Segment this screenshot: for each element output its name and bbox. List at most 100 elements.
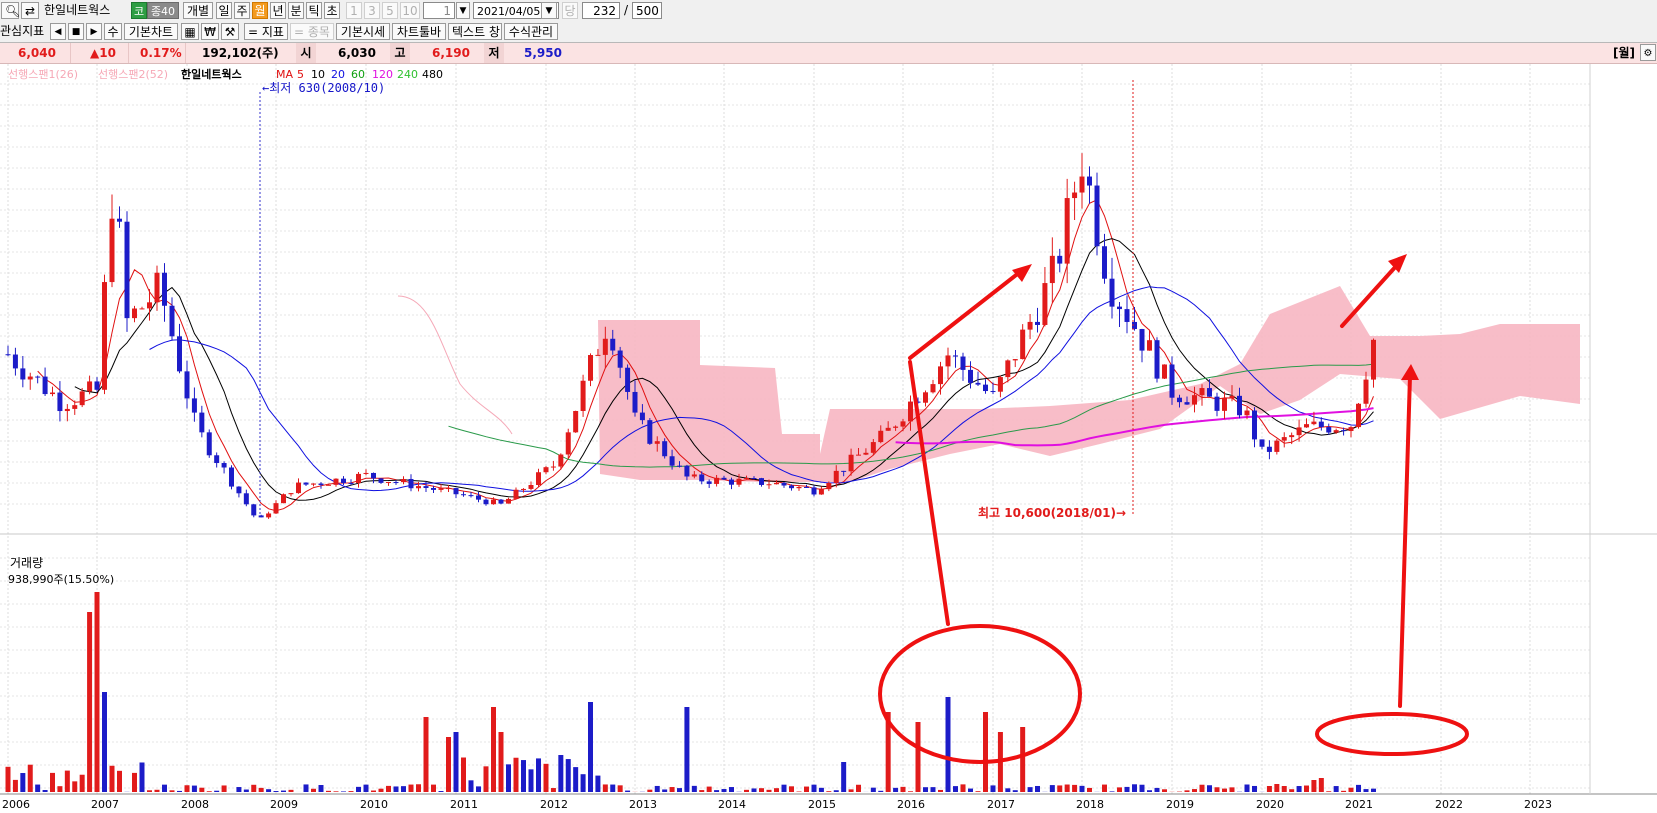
refresh-icon[interactable]: ⇄: [21, 2, 39, 19]
volume-bar: [154, 789, 160, 792]
date-dropdown-icon[interactable]: ▼: [541, 2, 557, 19]
tool-icon[interactable]: ⚒: [221, 23, 239, 40]
volume-bar: [42, 790, 48, 792]
volume-bar: [476, 786, 481, 792]
quote-divider: [128, 43, 129, 63]
interval-1-button[interactable]: 1: [346, 2, 362, 19]
volume-bar: [543, 763, 549, 792]
volume-bar: [221, 785, 227, 792]
indicator-button[interactable]: = 지표: [244, 23, 288, 40]
candle-body: [841, 470, 847, 472]
grid-icon[interactable]: ▦: [181, 23, 199, 40]
volume-bar: [326, 790, 331, 792]
interval-input[interactable]: 1: [423, 2, 455, 19]
volume-bar: [1154, 787, 1160, 792]
candle-body: [341, 478, 346, 483]
formula-manager-button[interactable]: 수식관리: [504, 23, 558, 40]
stop-icon[interactable]: ■: [68, 23, 84, 40]
interval-10-button[interactable]: 10: [400, 2, 420, 19]
individual-button[interactable]: 개별: [183, 2, 213, 19]
total-input[interactable]: 500: [632, 2, 662, 19]
candle-body: [408, 478, 414, 489]
volume-bar: [147, 790, 152, 792]
candle-body: [184, 371, 190, 399]
candle-body: [243, 493, 249, 505]
candle-body: [303, 482, 309, 485]
chevron-down-icon[interactable]: ▼: [456, 2, 470, 19]
candle-body: [1020, 329, 1026, 360]
candle-body: [27, 376, 33, 380]
volume-bar: [1304, 785, 1309, 792]
won-button[interactable]: ₩: [201, 23, 219, 40]
stock-button[interactable]: = 종목: [290, 23, 334, 40]
candle-body: [1371, 339, 1376, 380]
period-tab-week[interactable]: 주: [234, 2, 250, 19]
candle-body: [72, 405, 78, 409]
volume-bar: [348, 791, 354, 792]
settings-icon[interactable]: ⚙: [1640, 44, 1656, 61]
volume-bar: [1057, 785, 1063, 792]
x-tick-label: 2008: [181, 798, 209, 811]
volume-bar: [513, 757, 519, 792]
candle-body: [870, 442, 876, 453]
period-tab-second[interactable]: 초: [324, 2, 340, 19]
current-button[interactable]: 당: [562, 2, 578, 19]
chart-toolbar-button[interactable]: 차트툴바: [392, 23, 446, 40]
basic-quote-button[interactable]: 기본시세: [336, 23, 390, 40]
basic-chart-button[interactable]: 기본차트: [124, 23, 178, 40]
prev-icon[interactable]: ◀: [50, 23, 66, 40]
period-tab-month[interactable]: 월: [252, 2, 268, 19]
candle-body: [64, 408, 70, 412]
search-icon[interactable]: 🔍︎: [1, 2, 20, 19]
period-tab-minute[interactable]: 분: [288, 2, 304, 19]
volume-bar: [506, 764, 511, 792]
volume-bar: [401, 786, 406, 792]
text-window-button[interactable]: 텍스트 창: [448, 23, 502, 40]
volume-bar: [841, 762, 847, 792]
interest-indicator-button[interactable]: 관심지표: [0, 23, 44, 40]
candle-body: [20, 368, 26, 380]
volume-bar: [139, 762, 145, 792]
candle-body: [147, 302, 152, 309]
volume-bar: [408, 784, 414, 792]
period-tab-day[interactable]: 일: [216, 2, 232, 19]
volume-panel-value: 938,990주(15.50%): [8, 573, 114, 586]
interval-5-button[interactable]: 5: [382, 2, 398, 19]
stock-name-field[interactable]: 한일네트웍스: [41, 2, 129, 19]
candle-body: [453, 488, 459, 495]
volume-bar: [5, 766, 11, 792]
candle-body: [1087, 176, 1092, 186]
candle-body: [1162, 364, 1167, 379]
volume-bar: [900, 786, 906, 792]
candle-body: [833, 470, 839, 483]
volume-bar: [243, 789, 249, 792]
candle-body: [811, 487, 817, 495]
count-input[interactable]: 232: [582, 2, 620, 19]
candle-body: [684, 465, 690, 477]
candle-body: [983, 384, 988, 392]
su-button[interactable]: 수: [104, 23, 122, 40]
volume-bar: [960, 784, 966, 792]
period-tab-tick[interactable]: 틱: [306, 2, 322, 19]
volume-bar: [893, 787, 899, 792]
candle-body: [1237, 395, 1242, 416]
candle-body: [1259, 439, 1265, 447]
candle-body: [1154, 340, 1160, 379]
interval-3-button[interactable]: 3: [364, 2, 380, 19]
next-icon[interactable]: ▶: [86, 23, 102, 40]
candle-body: [691, 474, 697, 477]
period-tab-year[interactable]: 년: [270, 2, 286, 19]
candle-body: [751, 478, 757, 480]
candle-body: [521, 488, 526, 490]
x-axis: 2006 2007 2008 2009 2010 2011 2012 2013 2014 2015…: [2, 798, 1552, 811]
volume-bar: [333, 791, 339, 792]
candle-body: [236, 486, 242, 494]
candle-body: [506, 498, 511, 504]
candle-body: [1005, 360, 1011, 378]
quote-bar: 6,040 ▲10 0.17% 192,102(주) 시 6,030 고 6,1…: [0, 43, 1657, 64]
pointer-line: [908, 360, 950, 626]
candle-body: [371, 472, 376, 479]
chart-canvas[interactable]: 2006 2007 2008 2009 2010 2011 2012 2013 2014 2015…: [0, 64, 1657, 813]
x-tick-label: 2010: [360, 798, 388, 811]
candle-body: [386, 482, 391, 484]
